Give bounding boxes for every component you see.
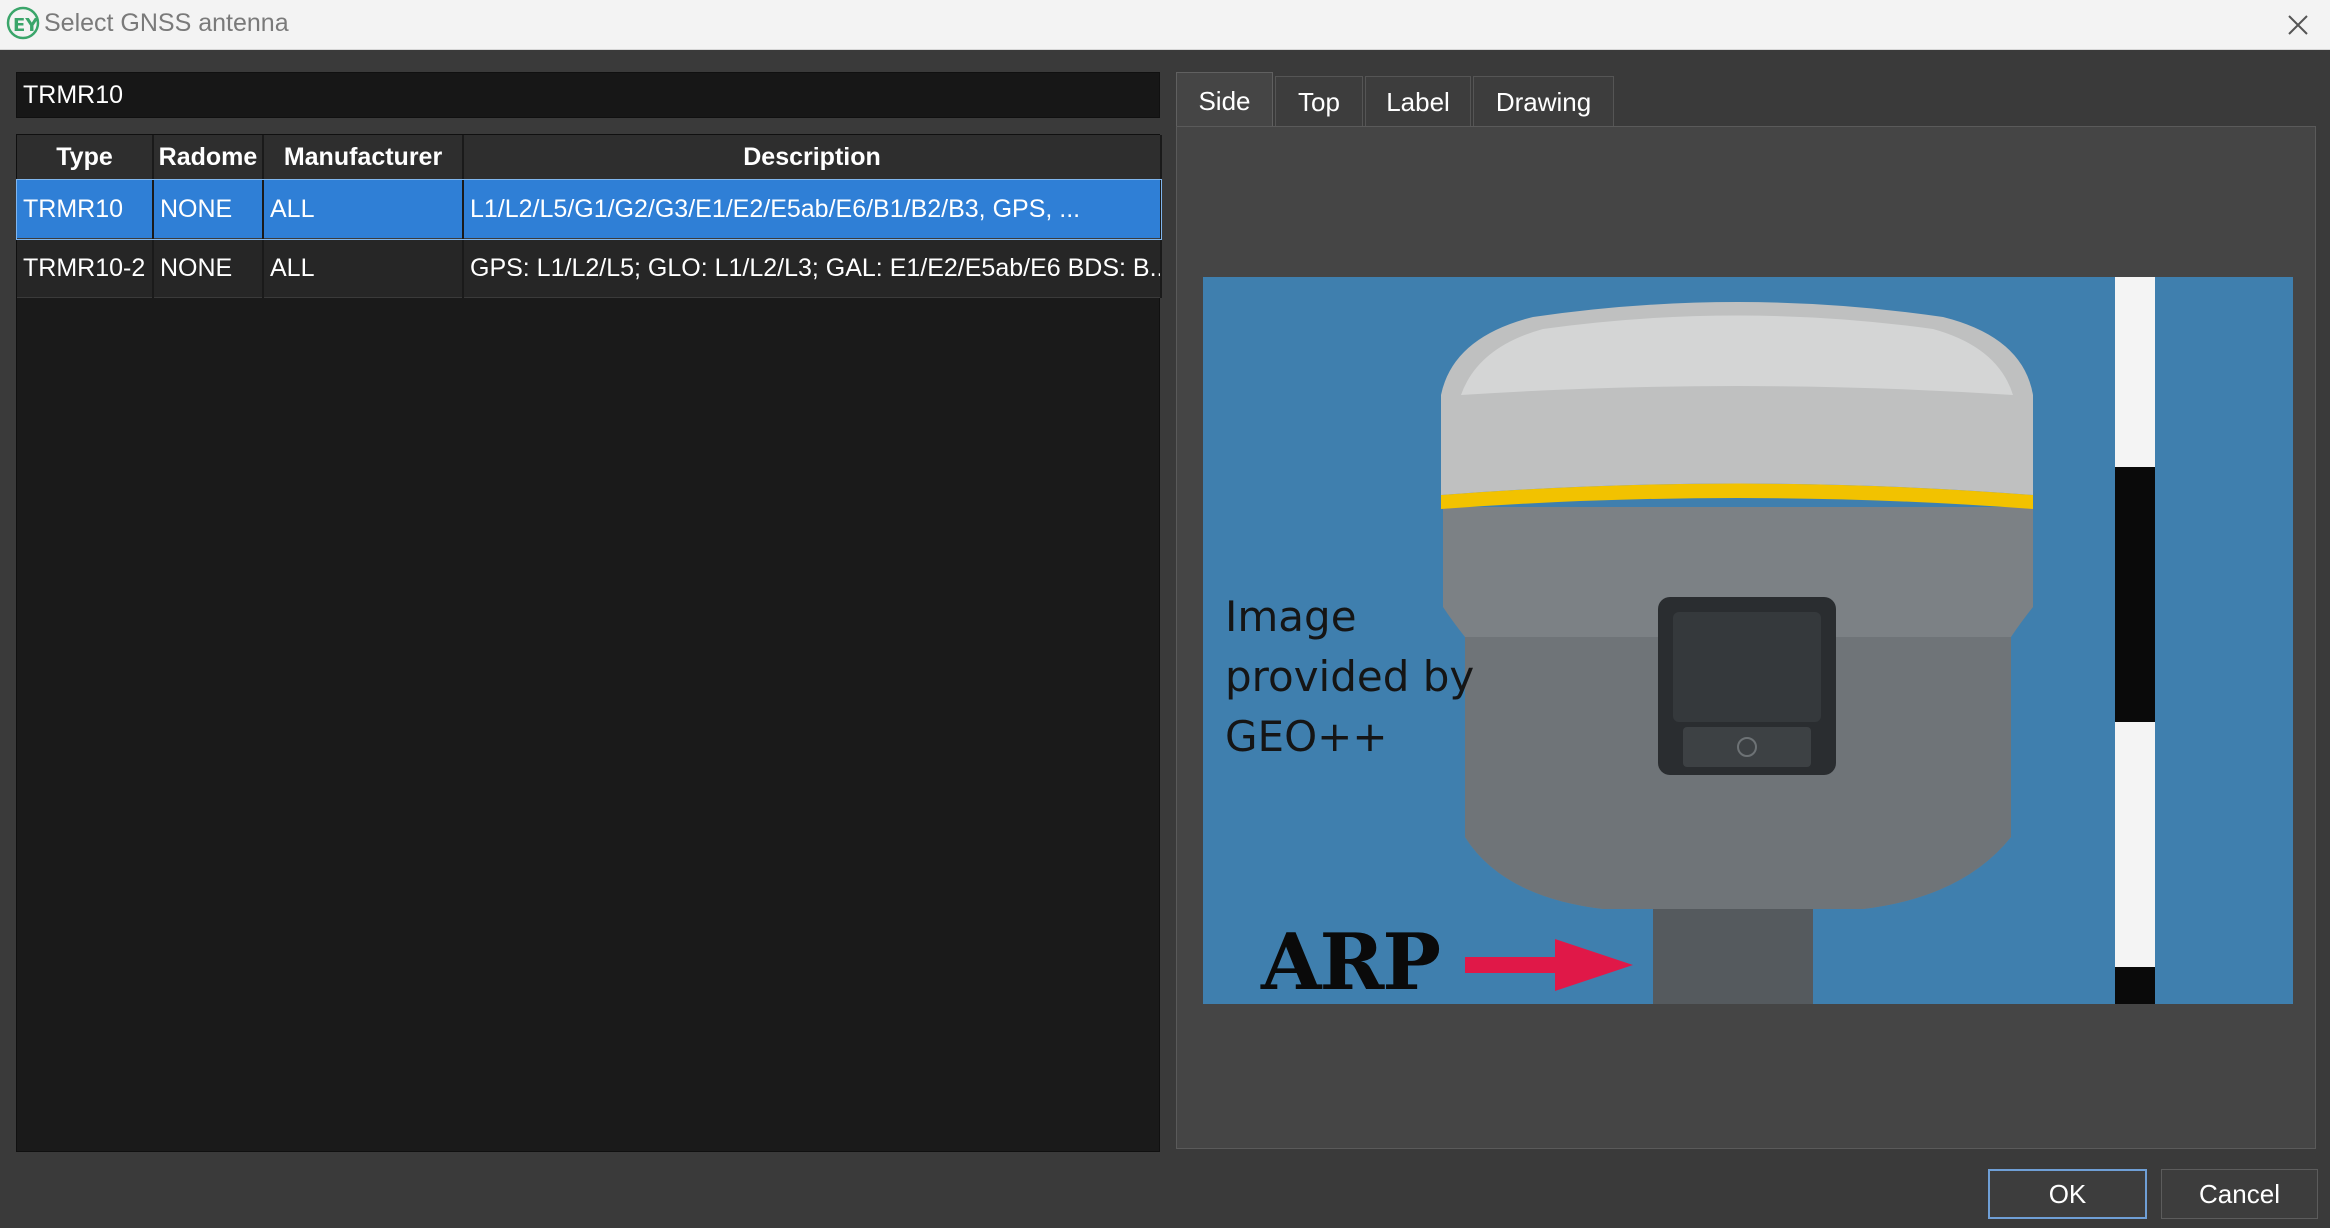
tab-side[interactable]: Side (1176, 72, 1273, 129)
arp-label: ARP (1261, 917, 1441, 1004)
close-button[interactable] (2266, 0, 2330, 49)
antenna-side-image: Image provided by GEO++ ARP (1203, 277, 2293, 1004)
tab-top[interactable]: Top (1275, 76, 1363, 127)
tab-drawing[interactable]: Drawing (1473, 76, 1614, 127)
cancel-button[interactable]: Cancel (2161, 1169, 2318, 1219)
cell-manufacturer: ALL (263, 238, 464, 298)
title-bar: EY Select GNSS antenna (0, 0, 2330, 50)
tab-label[interactable]: Label (1365, 76, 1471, 127)
column-header-radome[interactable]: Radome (153, 135, 264, 180)
column-header-type[interactable]: Type (17, 135, 154, 180)
column-header-description[interactable]: Description (463, 135, 1162, 180)
antenna-search-input[interactable] (16, 72, 1160, 118)
cell-radome: NONE (153, 179, 264, 239)
cell-type: TRMR10 (17, 179, 154, 239)
image-credit-caption: Image provided by GEO++ (1225, 592, 1475, 761)
cell-type: TRMR10-2 (17, 238, 154, 298)
table-row[interactable]: TRMR10 NONE ALL L1/L2/L5/G1/G2/G3/E1/E2/… (16, 178, 1162, 240)
antenna-table: Type Radome Manufacturer Description TRM… (16, 134, 1162, 1152)
ok-button[interactable]: OK (1988, 1169, 2147, 1219)
column-header-manufacturer[interactable]: Manufacturer (263, 135, 464, 180)
cell-description: L1/L2/L5/G1/G2/G3/E1/E2/E5ab/E6/B1/B2/B3… (463, 179, 1162, 239)
cell-description: GPS: L1/L2/L5; GLO: L1/L2/L3; GAL: E1/E2… (463, 238, 1162, 298)
table-row[interactable]: TRMR10-2 NONE ALL GPS: L1/L2/L5; GLO: L1… (17, 238, 1162, 298)
cell-manufacturer: ALL (263, 179, 464, 239)
table-header-row: Type Radome Manufacturer Description (17, 135, 1162, 180)
cell-radome: NONE (153, 238, 264, 298)
svg-text:EY: EY (13, 15, 39, 36)
close-icon (2288, 14, 2308, 35)
ey-logo-icon: EY (6, 6, 39, 40)
window-title: Select GNSS antenna (44, 9, 289, 37)
